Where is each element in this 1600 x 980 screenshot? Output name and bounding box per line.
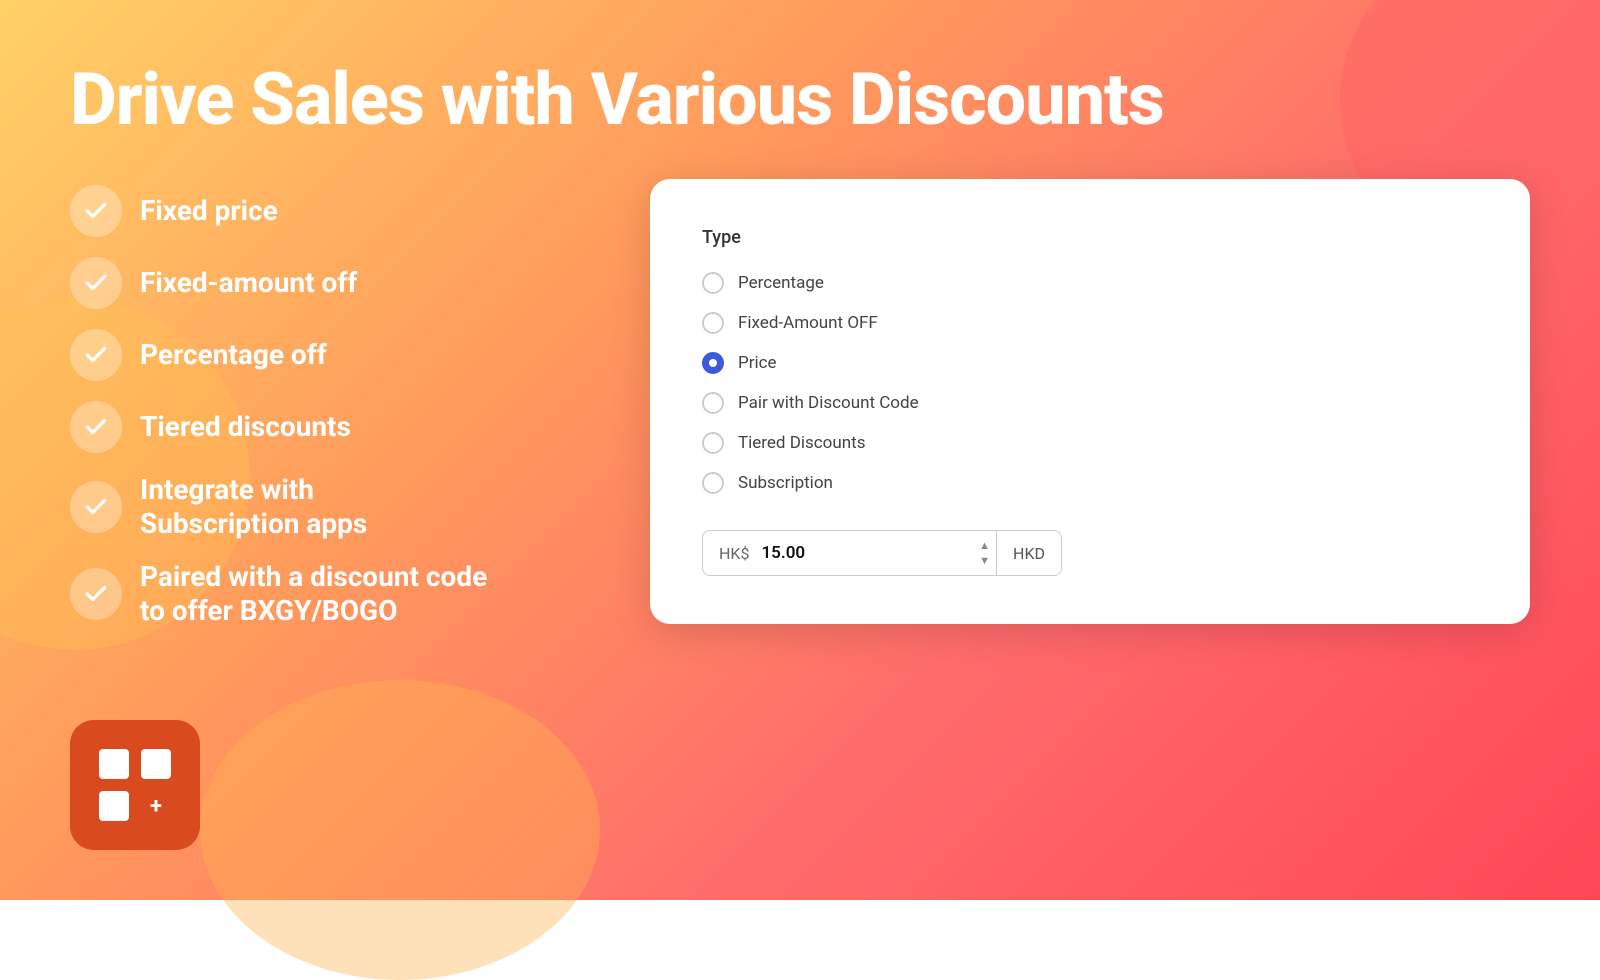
check-circle-fixed-price [70, 185, 122, 237]
check-label-percentage-off: Percentage off [140, 338, 327, 372]
radio-label-subscription: Subscription [738, 473, 833, 493]
radio-inner-price [709, 359, 717, 367]
check-item-fixed-price: Fixed price [70, 179, 590, 243]
radio-outer-price[interactable] [702, 352, 724, 374]
check-circle-percentage-off [70, 329, 122, 381]
check-circle-tiered-discounts [70, 401, 122, 453]
page-title: Drive Sales with Various Discounts [70, 60, 1530, 139]
check-item-paired-discount: Paired with a discount code to offer BXG… [70, 554, 590, 633]
radio-label-tiered-discounts: Tiered Discounts [738, 433, 865, 453]
radio-outer-subscription[interactable] [702, 472, 724, 494]
spinner-up-icon[interactable]: ▲ [979, 539, 990, 552]
radio-outer-fixed-amount-off[interactable] [702, 312, 724, 334]
radio-outer-percentage[interactable] [702, 272, 724, 294]
check-circle-paired-discount [70, 568, 122, 620]
radio-item-tiered-discounts[interactable]: Tiered Discounts [702, 432, 1478, 454]
check-item-fixed-amount-off: Fixed-amount off [70, 251, 590, 315]
check-label-fixed-amount-off: Fixed-amount off [140, 266, 357, 300]
radio-label-percentage: Percentage [738, 273, 824, 293]
radio-item-pair-discount-code[interactable]: Pair with Discount Code [702, 392, 1478, 414]
radio-item-fixed-amount-off[interactable]: Fixed-Amount OFF [702, 312, 1478, 334]
check-item-tiered-discounts: Tiered discounts [70, 395, 590, 459]
check-item-percentage-off: Percentage off [70, 323, 590, 387]
spinner-down-icon[interactable]: ▼ [979, 554, 990, 567]
radio-group: Percentage Fixed-Amount OFF Price Pair with… [702, 272, 1478, 494]
content: Drive Sales with Various Discounts Fixed… [0, 0, 1600, 900]
radio-outer-tiered-discounts[interactable] [702, 432, 724, 454]
check-circle-fixed-amount-off [70, 257, 122, 309]
price-spinners[interactable]: ▲ ▼ [973, 539, 996, 567]
price-prefix: HK$ [703, 532, 757, 575]
check-label-integrate-subscription: Integrate with Subscription apps [140, 473, 367, 540]
radio-item-subscription[interactable]: Subscription [702, 472, 1478, 494]
radio-label-pair-discount-code: Pair with Discount Code [738, 393, 919, 413]
radio-item-price[interactable]: Price [702, 352, 1478, 374]
radio-label-price: Price [738, 353, 777, 373]
check-label-paired-discount: Paired with a discount code to offer BXG… [140, 560, 487, 627]
price-value: 15.00 [757, 531, 973, 575]
type-label: Type [702, 227, 1478, 248]
check-circle-integrate-subscription [70, 481, 122, 533]
price-input-row[interactable]: HK$ 15.00 ▲ ▼ HKD [702, 530, 1062, 576]
two-column-layout: Fixed price Fixed-amount off Percentage … [70, 179, 1530, 633]
checklist: Fixed price Fixed-amount off Percentage … [70, 179, 590, 633]
radio-label-fixed-amount-off: Fixed-Amount OFF [738, 313, 878, 333]
discount-type-card: Type Percentage Fixed-Amount OFF Price Pair… [650, 179, 1530, 624]
price-currency: HKD [997, 532, 1061, 575]
right-column: Type Percentage Fixed-Amount OFF Price Pair… [650, 179, 1530, 624]
radio-item-percentage[interactable]: Percentage [702, 272, 1478, 294]
check-label-tiered-discounts: Tiered discounts [140, 410, 351, 444]
check-item-integrate-subscription: Integrate with Subscription apps [70, 467, 590, 546]
radio-outer-pair-discount-code[interactable] [702, 392, 724, 414]
check-label-fixed-price: Fixed price [140, 194, 278, 228]
